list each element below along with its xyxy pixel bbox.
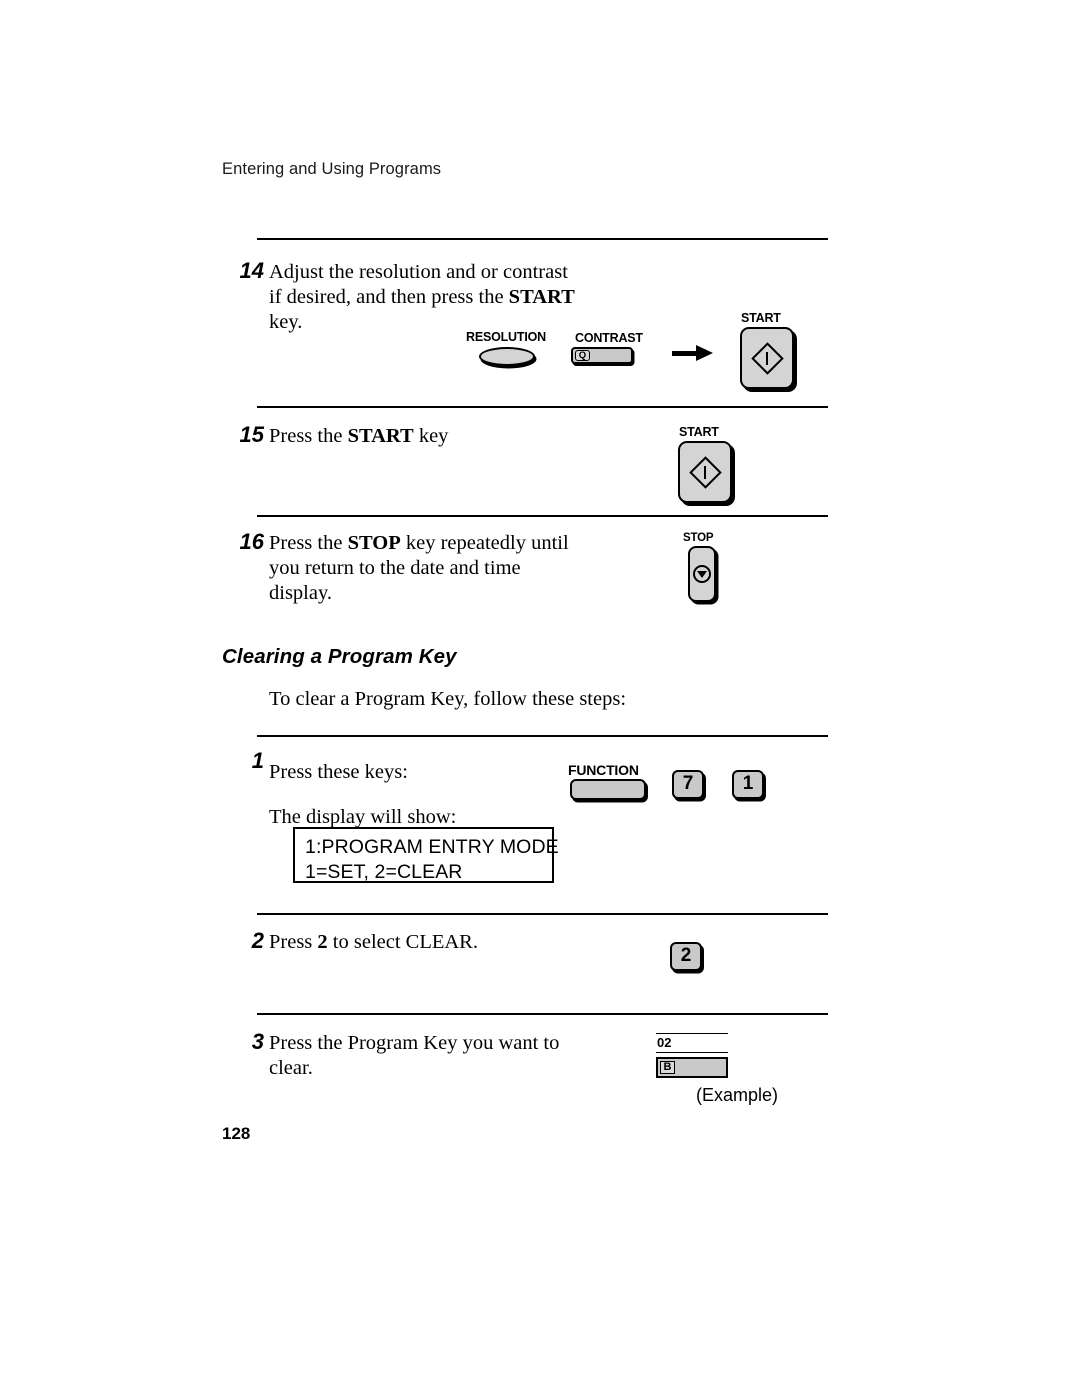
arrow-right-icon <box>672 344 716 362</box>
start-key-label-15: START <box>679 425 719 439</box>
start-key-14[interactable] <box>740 327 794 389</box>
stop-key-label: STOP <box>683 532 714 544</box>
divider-rule <box>257 1013 828 1015</box>
step-16-line1-pre: Press the <box>269 532 348 554</box>
clear-step-3-line1: Press the Program Key you want to <box>269 1032 560 1054</box>
divider-rule <box>257 238 828 240</box>
step-14-line3: key. <box>269 311 303 333</box>
resolution-key-label: RESOLUTION <box>466 330 546 344</box>
numeric-key-7[interactable]: 7 <box>672 770 704 799</box>
start-key-label-14: START <box>741 311 781 325</box>
step-text-16: Press the STOP key repeatedly until you … <box>269 531 639 606</box>
numeric-key-2[interactable]: 2 <box>670 942 702 971</box>
program-key-mid-rule <box>656 1052 728 1053</box>
step-number-15: 15 <box>239 422 264 447</box>
running-header: Entering and Using Programs <box>222 160 442 178</box>
program-key-letter: B <box>660 1060 675 1074</box>
magnifier-q-icon: Q <box>575 350 590 361</box>
step-15-post: key <box>413 425 449 447</box>
step-14-line1: Adjust the resolution and or contrast <box>269 261 568 283</box>
divider-rule <box>257 735 828 737</box>
clear-step-3-line2: clear. <box>269 1057 313 1079</box>
step-text-c3: Press the Program Key you want to clear. <box>269 1031 609 1081</box>
program-key-top-rule <box>656 1033 728 1034</box>
example-caption: (Example) <box>696 1085 779 1105</box>
step-16-line2: you return to the date and time <box>269 557 521 579</box>
clear-step-2-pre: Press <box>269 931 318 953</box>
step-number-16: 16 <box>239 529 264 554</box>
step-16-line1-post: key repeatedly until <box>400 532 569 554</box>
contrast-key-label: CONTRAST <box>575 331 643 345</box>
step-14-start-emphasis: START <box>508 286 575 308</box>
clear-step-2-emphasis: 2 <box>317 931 328 953</box>
clear-step-1-line1: Press these keys: <box>269 761 408 783</box>
contrast-key[interactable]: Q <box>571 347 633 364</box>
lcd-line-2: 1=SET, 2=CLEAR <box>305 861 463 883</box>
resolution-key[interactable] <box>479 347 535 366</box>
program-key-number: 02 <box>657 1035 672 1050</box>
page-number: 128 <box>222 1124 251 1143</box>
step-15-pre: Press the <box>269 425 348 447</box>
divider-rule <box>257 515 828 517</box>
step-text-c2: Press 2 to select CLEAR. <box>269 930 599 955</box>
divider-rule <box>257 406 828 408</box>
start-key-15[interactable] <box>678 441 732 503</box>
step-14-line2-pre: if desired, and then press the <box>269 286 509 308</box>
divider-rule <box>257 913 828 915</box>
step-text-15: Press the START key <box>269 424 629 449</box>
step-15-start-emphasis: START <box>347 425 414 447</box>
step-text-14: Adjust the resolution and or contrast if… <box>269 260 599 335</box>
function-key-label: FUNCTION <box>568 762 639 778</box>
function-key[interactable] <box>570 779 646 800</box>
program-key-body[interactable]: B <box>656 1057 728 1078</box>
step-number-14: 14 <box>239 258 264 283</box>
step-number-c1: 1 <box>251 748 264 773</box>
program-key-example[interactable]: 02 B <box>656 1033 728 1081</box>
numeric-key-1[interactable]: 1 <box>732 770 764 799</box>
manual-page: Entering and Using Programs 14 Adjust th… <box>0 0 1080 1397</box>
lcd-line-1: 1:PROGRAM ENTRY MODE <box>305 836 559 858</box>
stop-triangle-icon <box>697 570 707 578</box>
start-bar-icon <box>765 351 769 365</box>
clear-step-2-post: to select CLEAR. <box>327 931 478 953</box>
step-16-line3: display. <box>269 582 333 604</box>
step-16-stop-emphasis: STOP <box>347 532 401 554</box>
section-heading: Clearing a Program Key <box>222 645 457 668</box>
lcd-display: 1:PROGRAM ENTRY MODE 1=SET, 2=CLEAR <box>293 827 559 883</box>
clear-step-1-line2: The display will show: <box>269 806 457 828</box>
start-bar-icon <box>703 465 707 479</box>
stop-key[interactable] <box>688 546 716 602</box>
step-number-c3: 3 <box>251 1029 264 1054</box>
section-intro: To clear a Program Key, follow these ste… <box>269 688 627 710</box>
step-number-c2: 2 <box>251 928 264 953</box>
